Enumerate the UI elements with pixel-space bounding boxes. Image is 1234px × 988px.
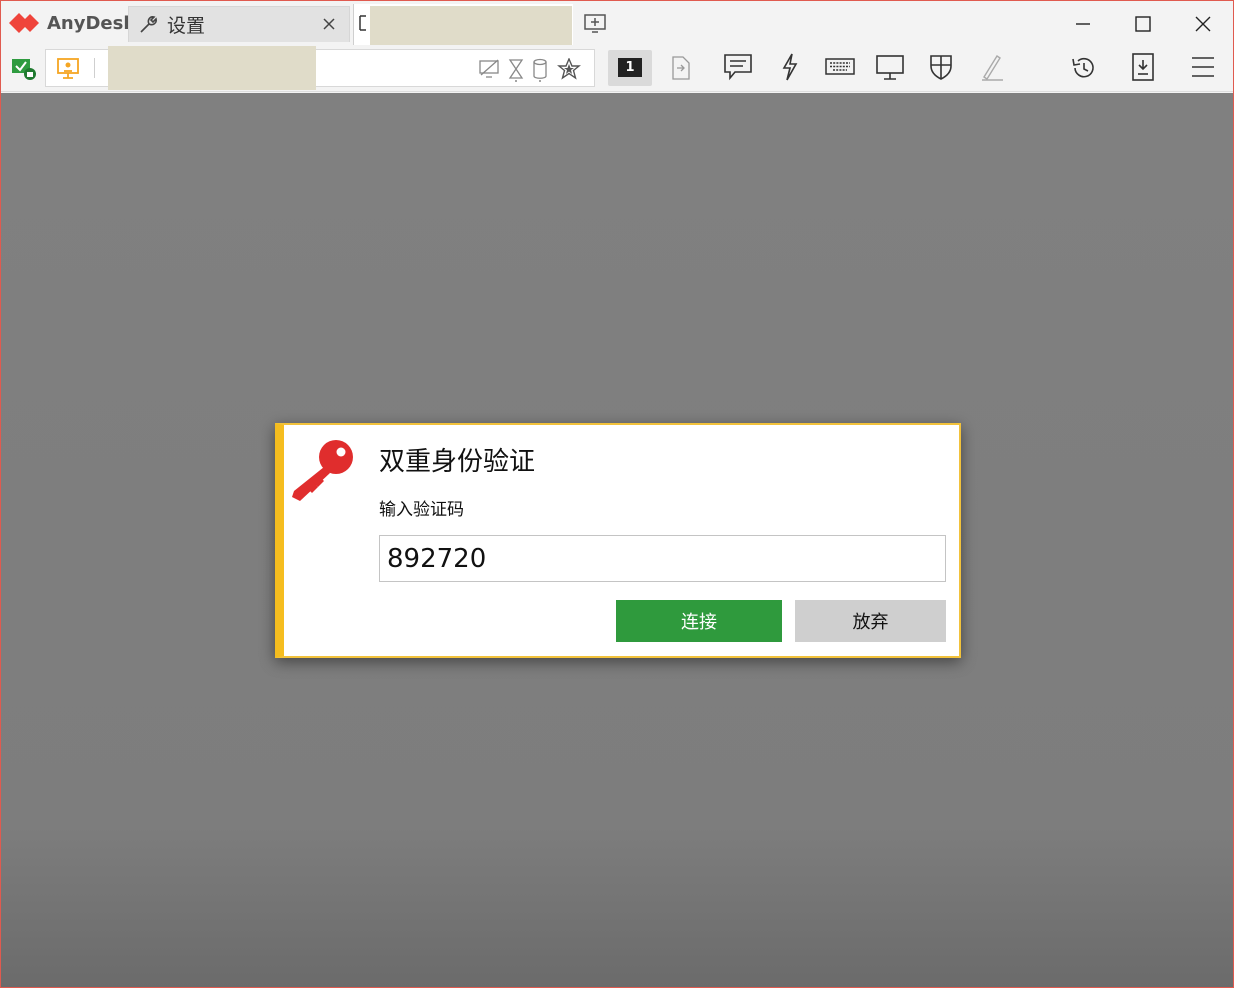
key-icon bbox=[292, 440, 353, 501]
file-transfer-icon[interactable] bbox=[669, 55, 693, 81]
install-download-icon[interactable] bbox=[1130, 52, 1156, 82]
anydesk-logo-icon bbox=[9, 13, 39, 33]
dialog-title: 双重身份验证 bbox=[379, 447, 536, 477]
favorite-star-icon[interactable] bbox=[557, 58, 581, 80]
maximize-icon[interactable] bbox=[1132, 13, 1154, 35]
actions-lightning-icon[interactable] bbox=[780, 53, 800, 81]
whiteboard-pen-icon[interactable] bbox=[979, 53, 1005, 81]
address-bar[interactable] bbox=[45, 46, 595, 90]
address-separator bbox=[94, 58, 95, 78]
app-brand[interactable]: AnyDesk bbox=[7, 9, 135, 37]
close-tab-icon[interactable] bbox=[319, 14, 339, 34]
app-name: AnyDesk bbox=[47, 12, 136, 34]
anydesk-window: AnyDesk 设置 1 双重身份验证 输入验证码 892720 连接 放弃 bbox=[0, 0, 1234, 988]
permissions-shield-icon[interactable] bbox=[928, 53, 954, 81]
monitor-tab-icon bbox=[359, 15, 366, 31]
display-icon[interactable] bbox=[875, 54, 905, 82]
redacted-address bbox=[108, 46, 316, 90]
history-icon[interactable] bbox=[1069, 55, 1097, 81]
remote-desktop-icon[interactable] bbox=[56, 57, 82, 81]
verification-code-input[interactable] bbox=[379, 535, 946, 582]
title-bar: AnyDesk 设置 bbox=[1, 1, 1233, 48]
tab-settings-label: 设置 bbox=[167, 15, 206, 37]
chat-icon[interactable] bbox=[723, 53, 753, 81]
hamburger-menu-icon[interactable] bbox=[1190, 55, 1216, 79]
new-tab-icon[interactable] bbox=[583, 11, 607, 35]
keyboard-icon[interactable] bbox=[825, 57, 855, 77]
toolbar: 1 bbox=[1, 45, 1233, 92]
cancel-button[interactable]: 放弃 bbox=[795, 600, 946, 642]
code-prompt-label: 输入验证码 bbox=[379, 500, 464, 520]
redacted-tab-title bbox=[370, 6, 572, 48]
tab-settings[interactable]: 设置 bbox=[128, 6, 350, 42]
database-icon[interactable] bbox=[531, 58, 549, 82]
tab-remote-session[interactable] bbox=[353, 4, 573, 48]
monitor-number: 1 bbox=[618, 58, 642, 77]
monitor-select-button[interactable]: 1 bbox=[608, 50, 652, 86]
hourglass-icon[interactable] bbox=[507, 58, 525, 82]
connection-status-icon[interactable] bbox=[11, 57, 37, 81]
two-factor-dialog: 双重身份验证 输入验证码 连接 放弃 bbox=[275, 423, 961, 658]
connect-button[interactable]: 连接 bbox=[616, 600, 782, 642]
wrench-icon bbox=[140, 15, 157, 33]
close-window-icon[interactable] bbox=[1192, 13, 1214, 35]
minimize-icon[interactable] bbox=[1072, 13, 1094, 35]
hide-screen-icon[interactable] bbox=[478, 59, 502, 79]
